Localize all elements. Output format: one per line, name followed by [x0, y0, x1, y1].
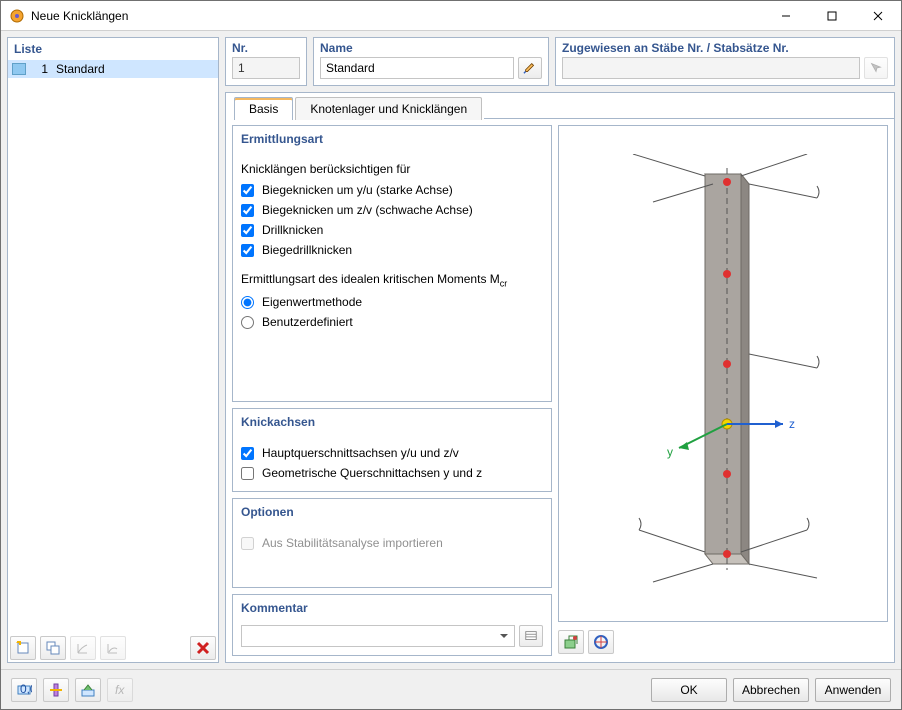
ck-biegedrillknicken[interactable]: [241, 244, 254, 257]
list-body[interactable]: 1 Standard: [8, 60, 218, 632]
left-panel: Liste 1 Standard: [7, 37, 219, 663]
rb-eigenwert-label: Eigenwertmethode: [262, 295, 362, 309]
axes-tool-b-button: [100, 636, 126, 660]
dialog-footer: 0,00 fx OK Abbrechen Anwenden: [1, 669, 901, 709]
app-icon: [9, 8, 25, 24]
group-optionen: Optionen Aus Stabilitätsanalyse importie…: [232, 498, 552, 588]
list-item-label: Standard: [56, 62, 105, 76]
ck-hauptachsen[interactable]: [241, 447, 254, 460]
footer-tool-2-button[interactable]: [43, 678, 69, 702]
assigned-label: Zugewiesen an Stäbe Nr. / Stabsätze Nr.: [556, 38, 894, 57]
list-toolbar: [8, 632, 218, 662]
footer-tool-4-button: fx: [107, 678, 133, 702]
apply-button[interactable]: Anwenden: [815, 678, 891, 702]
tab-basis[interactable]: Basis: [234, 97, 293, 120]
maximize-button[interactable]: [809, 1, 855, 31]
ck-hauptachsen-label: Hauptquerschnittsachsen y/u und z/v: [262, 446, 459, 460]
ck-drillknicken-label: Drillknicken: [262, 223, 323, 237]
ck-biegeknicken-yu-label: Biegeknicken um y/u (starke Achse): [262, 183, 453, 197]
field-nr: Nr. 1: [225, 37, 307, 86]
axes-tool-a-button: [70, 636, 96, 660]
preview-tool-a-button[interactable]: [558, 630, 584, 654]
name-input[interactable]: Standard: [320, 57, 514, 79]
ck-import-stability: [241, 537, 254, 550]
rb-benutzer-label: Benutzerdefiniert: [262, 315, 353, 329]
preview-canvas[interactable]: z y: [558, 125, 888, 622]
ck-biegeknicken-yu[interactable]: [241, 184, 254, 197]
ck-geomachsen-label: Geometrische Querschnittachsen y und z: [262, 466, 482, 480]
copy-button[interactable]: [40, 636, 66, 660]
kommentar-title: Kommentar: [241, 601, 543, 615]
list-header: Liste: [8, 38, 218, 60]
pick-member-button: [864, 57, 888, 79]
group-kommentar: Kommentar: [232, 594, 552, 656]
optionen-title: Optionen: [241, 505, 543, 519]
right-panel: Nr. 1 Name Standard Zugewiesen an Stäbe …: [225, 37, 895, 663]
ck-geomachsen[interactable]: [241, 467, 254, 480]
new-button[interactable]: [10, 636, 36, 660]
cancel-button[interactable]: Abbrechen: [733, 678, 809, 702]
dialog-window: Neue Knicklängen Liste 1 Standard: [0, 0, 902, 710]
ck-drillknicken[interactable]: [241, 224, 254, 237]
assigned-input[interactable]: [562, 57, 860, 79]
titlebar: Neue Knicklängen: [1, 1, 901, 31]
field-name: Name Standard: [313, 37, 549, 86]
form-column: Ermittlungsart Knicklängen berücksichtig…: [232, 125, 552, 656]
kommentar-combo[interactable]: [241, 625, 515, 647]
column-3d-icon: z y: [573, 154, 873, 594]
group-ermittlungsart: Ermittlungsart Knicklängen berücksichtig…: [232, 125, 552, 402]
nr-label: Nr.: [226, 38, 306, 57]
tab-bar: Basis Knotenlager und Knicklängen: [226, 93, 894, 119]
nr-value: 1: [232, 57, 300, 79]
preview-column: z y: [558, 125, 888, 656]
ermittlungsart-title: Ermittlungsart: [241, 132, 543, 146]
list-item[interactable]: 1 Standard: [8, 60, 218, 78]
list-item-icon: [12, 63, 26, 75]
field-assigned: Zugewiesen an Stäbe Nr. / Stabsätze Nr.: [555, 37, 895, 86]
preview-tool-b-button[interactable]: [588, 630, 614, 654]
ck-import-stability-label: Aus Stabilitätsanalyse importieren: [262, 536, 443, 550]
minimize-button[interactable]: [763, 1, 809, 31]
footer-tool-3-button[interactable]: [75, 678, 101, 702]
consider-label: Knicklängen berücksichtigen für: [241, 162, 543, 176]
rb-eigenwert[interactable]: [241, 296, 254, 309]
knickachsen-title: Knickachsen: [241, 415, 543, 429]
close-button[interactable]: [855, 1, 901, 31]
name-label: Name: [314, 38, 548, 57]
kommentar-pick-button[interactable]: [519, 625, 543, 647]
footer-tool-1-button[interactable]: 0,00: [11, 678, 37, 702]
svg-text:0,00: 0,00: [20, 682, 32, 696]
group-knickachsen: Knickachsen Hauptquerschnittsachsen y/u …: [232, 408, 552, 492]
svg-text:y: y: [667, 445, 673, 459]
ck-biegedrillknicken-label: Biegedrillknicken: [262, 243, 352, 257]
delete-button[interactable]: [190, 636, 216, 660]
svg-text:fx: fx: [115, 683, 125, 697]
ck-biegeknicken-zv[interactable]: [241, 204, 254, 217]
window-title: Neue Knicklängen: [31, 9, 763, 23]
ck-biegeknicken-zv-label: Biegeknicken um z/v (schwache Achse): [262, 203, 473, 217]
svg-text:z: z: [789, 417, 795, 431]
moment-label: Ermittlungsart des idealen kritischen Mo…: [241, 272, 543, 288]
preview-toolbar: [558, 628, 888, 656]
name-edit-button[interactable]: [518, 57, 542, 79]
list-item-num: 1: [32, 62, 48, 76]
tab-nodal[interactable]: Knotenlager und Knicklängen: [295, 97, 482, 120]
ok-button[interactable]: OK: [651, 678, 727, 702]
rb-benutzer[interactable]: [241, 316, 254, 329]
